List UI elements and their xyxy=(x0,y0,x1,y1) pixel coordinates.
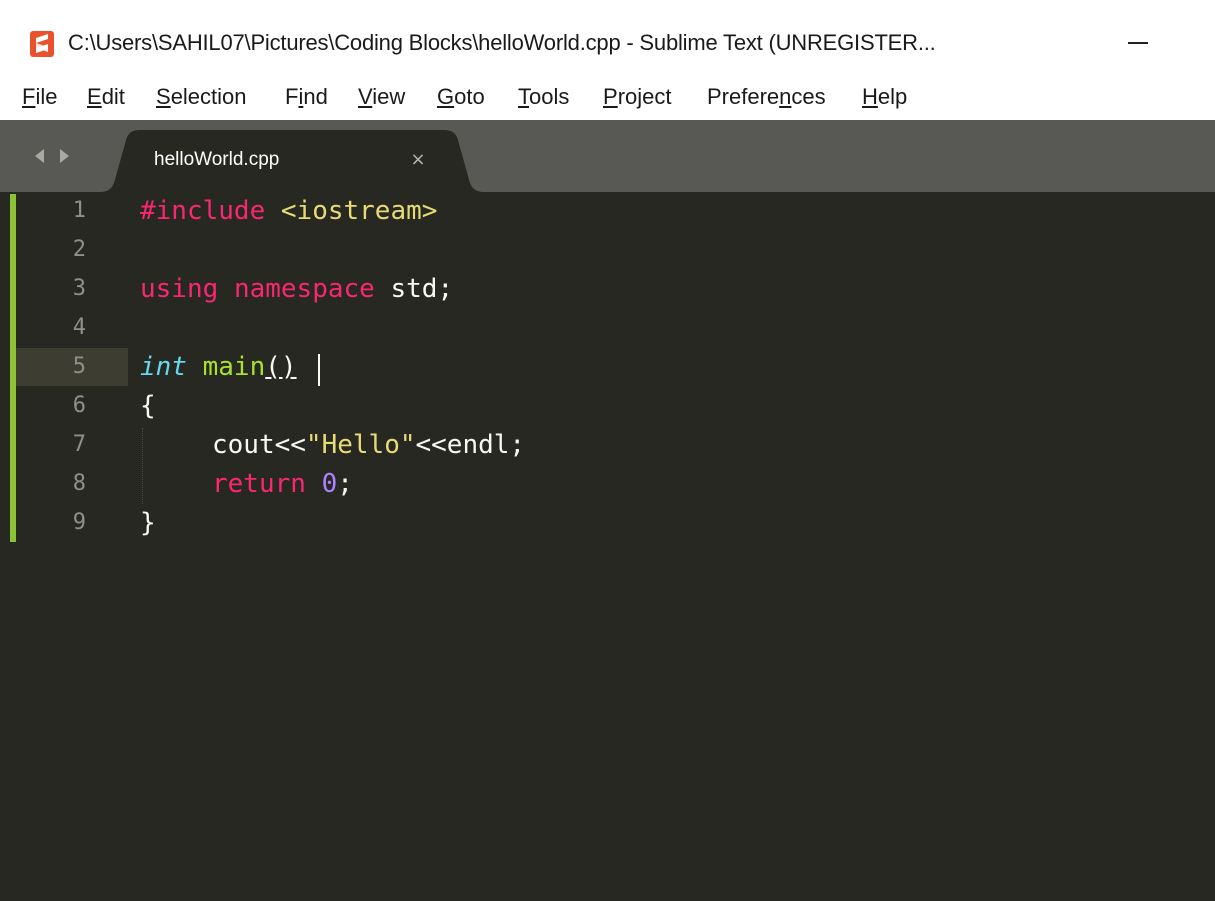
sublime-text-logo-icon xyxy=(30,31,54,57)
type-int: int xyxy=(140,352,187,382)
text-cursor xyxy=(318,354,320,386)
menu-selection[interactable]: Selection xyxy=(154,84,249,110)
indent-guide xyxy=(142,428,144,504)
line-number: 5 xyxy=(72,354,86,379)
code-line-6: { xyxy=(140,391,156,421)
line-number-gutter[interactable]: 1 2 3 4 5 6 7 8 9 xyxy=(0,192,128,901)
close-brace: } xyxy=(140,508,156,538)
close-icon[interactable]: × xyxy=(406,148,430,172)
menu-preferences[interactable]: Preferences xyxy=(705,84,828,110)
tab-strip: helloWorld.cpp × xyxy=(0,120,1215,192)
menu-file[interactable]: File xyxy=(20,84,59,110)
line-number: 4 xyxy=(72,315,86,340)
tab-navigation[interactable] xyxy=(30,146,82,166)
number-literal: 0 xyxy=(321,469,338,499)
line-number: 8 xyxy=(72,471,86,496)
sublime-window: C:\Users\SAHIL07\Pictures\Coding Blocks\… xyxy=(0,0,1215,901)
code-line-5: int main() xyxy=(140,352,297,382)
code-line-8: return 0; xyxy=(212,469,353,499)
preprocessor-directive: #include xyxy=(140,196,266,226)
menu-project[interactable]: Project xyxy=(601,84,673,110)
line-number: 7 xyxy=(72,432,86,457)
open-brace: { xyxy=(140,391,156,421)
editor-area[interactable]: 1 2 3 4 5 6 7 8 9 #include <iostream> us… xyxy=(0,192,1215,901)
keyword-using: using xyxy=(140,274,219,304)
keyword-return: return xyxy=(212,469,306,499)
line-number: 6 xyxy=(72,393,86,418)
line-number: 2 xyxy=(72,237,86,262)
endl-stream: <<endl; xyxy=(415,430,526,460)
code-line-7: cout<<"Hello"<<endl; xyxy=(212,430,525,460)
code-line-9: } xyxy=(140,508,156,538)
function-name: main xyxy=(202,352,266,382)
tab-label: helloWorld.cpp xyxy=(154,149,280,170)
window-title: C:\Users\SAHIL07\Pictures\Coding Blocks\… xyxy=(68,30,936,55)
line-number: 3 xyxy=(72,276,86,301)
string-literal: "Hello" xyxy=(305,430,416,460)
semicolon: ; xyxy=(337,469,353,499)
menu-help[interactable]: Help xyxy=(860,84,909,110)
line-number: 9 xyxy=(72,510,86,535)
tab-helloworld-cpp[interactable]: helloWorld.cpp × xyxy=(100,130,484,192)
arrow-right-icon[interactable] xyxy=(54,146,74,166)
menu-bar: File Edit Selection Find View Goto Tools… xyxy=(0,78,1215,120)
menu-tools[interactable]: Tools xyxy=(516,84,571,110)
minimize-button[interactable] xyxy=(1118,22,1162,62)
menu-edit[interactable]: Edit xyxy=(85,84,127,110)
include-header: <iostream> xyxy=(280,196,438,226)
menu-goto[interactable]: Goto xyxy=(435,84,487,110)
code-line-1: #include <iostream> xyxy=(140,196,437,226)
menu-view[interactable]: View xyxy=(356,84,407,110)
title-bar[interactable]: C:\Users\SAHIL07\Pictures\Coding Blocks\… xyxy=(0,0,1215,78)
minimize-icon xyxy=(1128,42,1148,44)
keyword-namespace: namespace xyxy=(233,274,375,304)
matched-parens: () xyxy=(265,352,297,382)
menu-find[interactable]: Find xyxy=(283,84,330,110)
arrow-left-icon[interactable] xyxy=(30,146,50,166)
code-line-3: using namespace std; xyxy=(140,274,453,304)
cout-stream: cout<< xyxy=(212,430,306,460)
namespace-name: std; xyxy=(390,274,454,304)
line-number: 1 xyxy=(72,198,86,223)
